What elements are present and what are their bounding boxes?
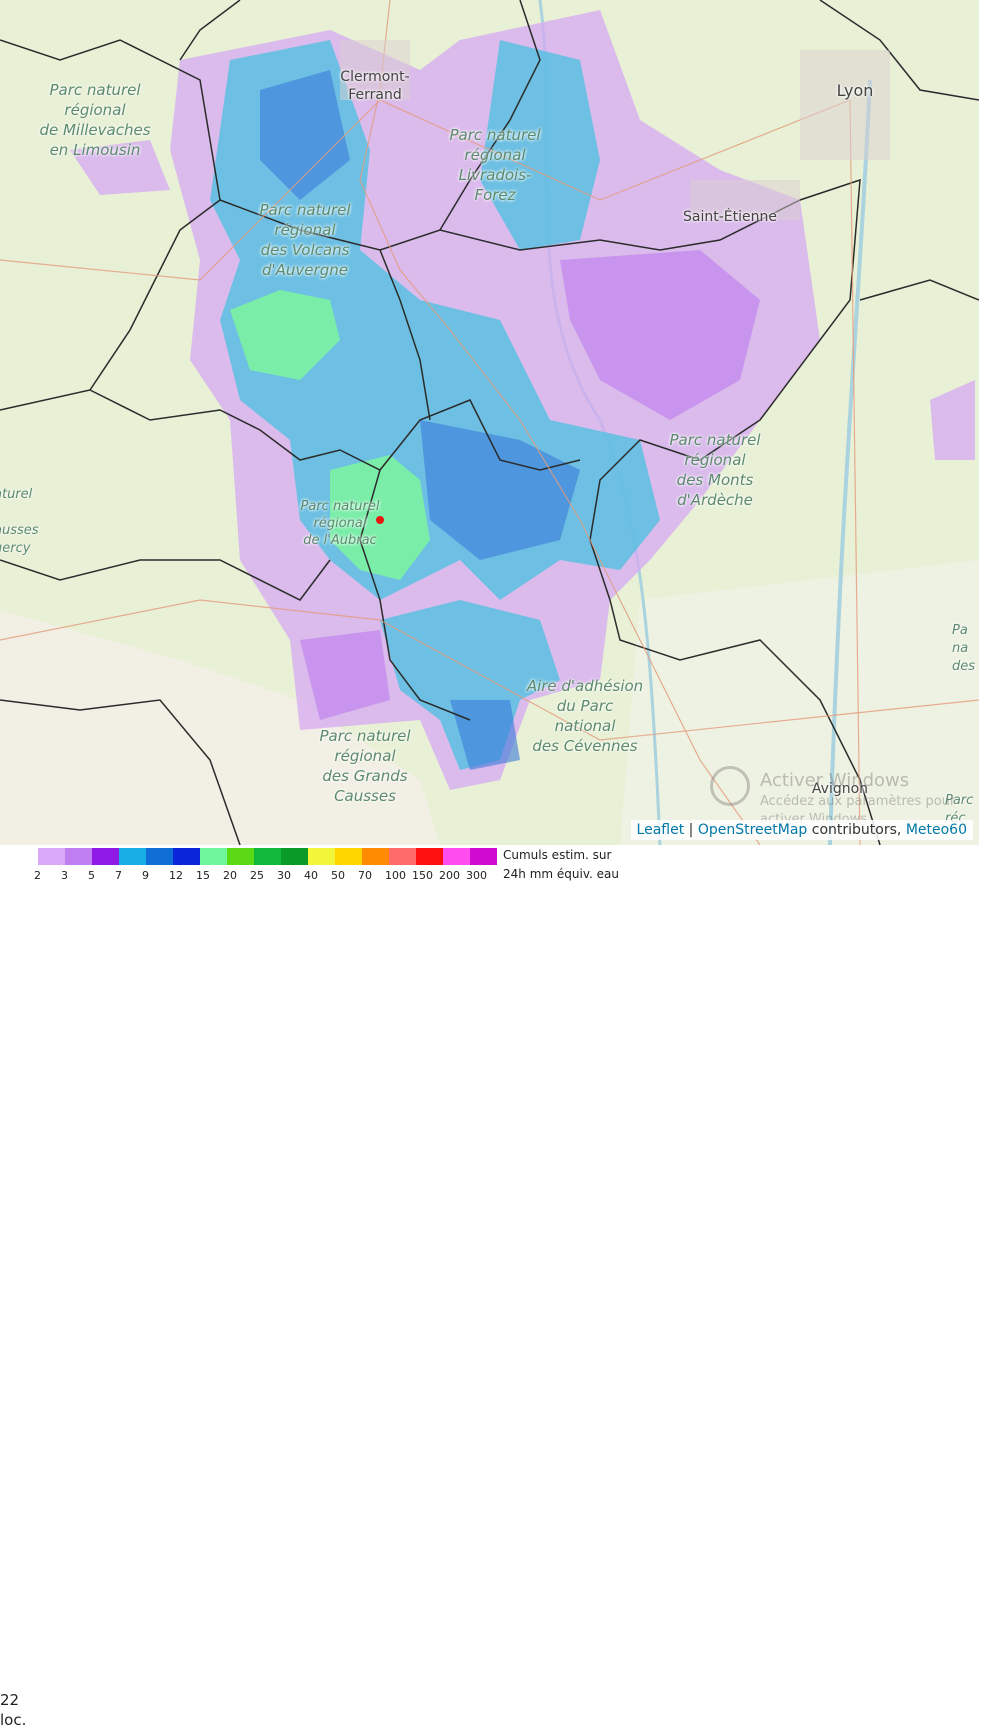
- legend-tick-label: 30: [277, 869, 291, 882]
- legend-left-text-2: loc.: [0, 1711, 27, 1729]
- legend-tick-label: 12: [169, 869, 183, 882]
- park-label-ardeche: Parc naturel régional des Monts d'Ardèch…: [669, 431, 761, 509]
- legend-swatch: [281, 848, 308, 865]
- map-view[interactable]: Parc naturel régional de Millevaches en …: [0, 0, 979, 845]
- legend-swatch: [119, 848, 146, 865]
- legend-swatch: [362, 848, 389, 865]
- legend-tick-label: 15: [196, 869, 210, 882]
- legend-note-2: 24h mm équiv. eau: [503, 867, 619, 881]
- legend-tick-label: 300: [466, 869, 487, 882]
- legend-tick-label: 100: [385, 869, 406, 882]
- city-label-saint-etienne: Saint-Étienne: [683, 209, 777, 225]
- attribution-separator: |: [684, 822, 698, 838]
- legend-swatch: [146, 848, 173, 865]
- legend-tick-label: 150: [412, 869, 433, 882]
- legend-swatch: [389, 848, 416, 865]
- city-label-clermont: Clermont- Ferrand: [340, 69, 410, 103]
- legend-tick-label: 2: [34, 869, 41, 882]
- legend-tick-label: 7: [115, 869, 122, 882]
- legend-tick-label: 3: [61, 869, 68, 882]
- park-label-quercy: aturel l ausses uercy: [0, 487, 39, 556]
- legend-swatch: [416, 848, 443, 865]
- park-label-millevaches: Parc naturel régional de Millevaches en …: [39, 81, 151, 159]
- map-attribution: Leaflet | OpenStreetMap contributors, Me…: [630, 820, 973, 840]
- legend-swatch: [443, 848, 470, 865]
- park-label-livradois: Parc naturel régional Livradois- Forez: [449, 126, 541, 204]
- park-label-aubrac: Parc naturel régional de l'Aubrac: [300, 499, 380, 548]
- legend-swatch: [254, 848, 281, 865]
- legend-tick-label: 40: [304, 869, 318, 882]
- legend-tick-label: 50: [331, 869, 345, 882]
- legend-tick-label: 5: [88, 869, 95, 882]
- city-label-lyon: Lyon: [836, 81, 874, 100]
- legend-swatch: [470, 848, 497, 865]
- legend-swatch: [335, 848, 362, 865]
- legend-swatch: [308, 848, 335, 865]
- legend-swatch: [38, 848, 65, 865]
- openstreetmap-link[interactable]: OpenStreetMap: [698, 822, 807, 838]
- park-label-cevennes: Aire d'adhésion du Parc national des Cév…: [526, 677, 644, 755]
- attribution-contributors: contributors,: [807, 822, 906, 838]
- meteo60-link[interactable]: Meteo60: [906, 822, 967, 838]
- park-label-right-edge: Pa na des: [952, 623, 976, 674]
- rainfall-legend: 22 loc. 2 3 5 7 9 12 15 20 25 30 40 50 70 100 150 200 30…: [0, 845, 985, 1729]
- legend-swatch: [65, 848, 92, 865]
- legend-tick-label: 20: [223, 869, 237, 882]
- legend-tick-label: 200: [439, 869, 460, 882]
- park-label-volcans: Parc naturel régional des Volcans d'Auve…: [259, 201, 351, 279]
- legend-swatch: [200, 848, 227, 865]
- legend-tick-label: 9: [142, 869, 149, 882]
- watermark-key-icon: [710, 766, 750, 806]
- legend-tick-label: 25: [250, 869, 264, 882]
- legend-tick-label: 70: [358, 869, 372, 882]
- legend-swatch: [227, 848, 254, 865]
- legend-swatch: [173, 848, 200, 865]
- legend-left-text-1: 22: [0, 1691, 20, 1709]
- park-label-causses: Parc naturel régional des Grands Causses: [319, 727, 411, 805]
- legend-note-1: Cumuls estim. sur: [503, 848, 612, 862]
- leaflet-link[interactable]: Leaflet: [637, 822, 685, 838]
- legend-swatch: [92, 848, 119, 865]
